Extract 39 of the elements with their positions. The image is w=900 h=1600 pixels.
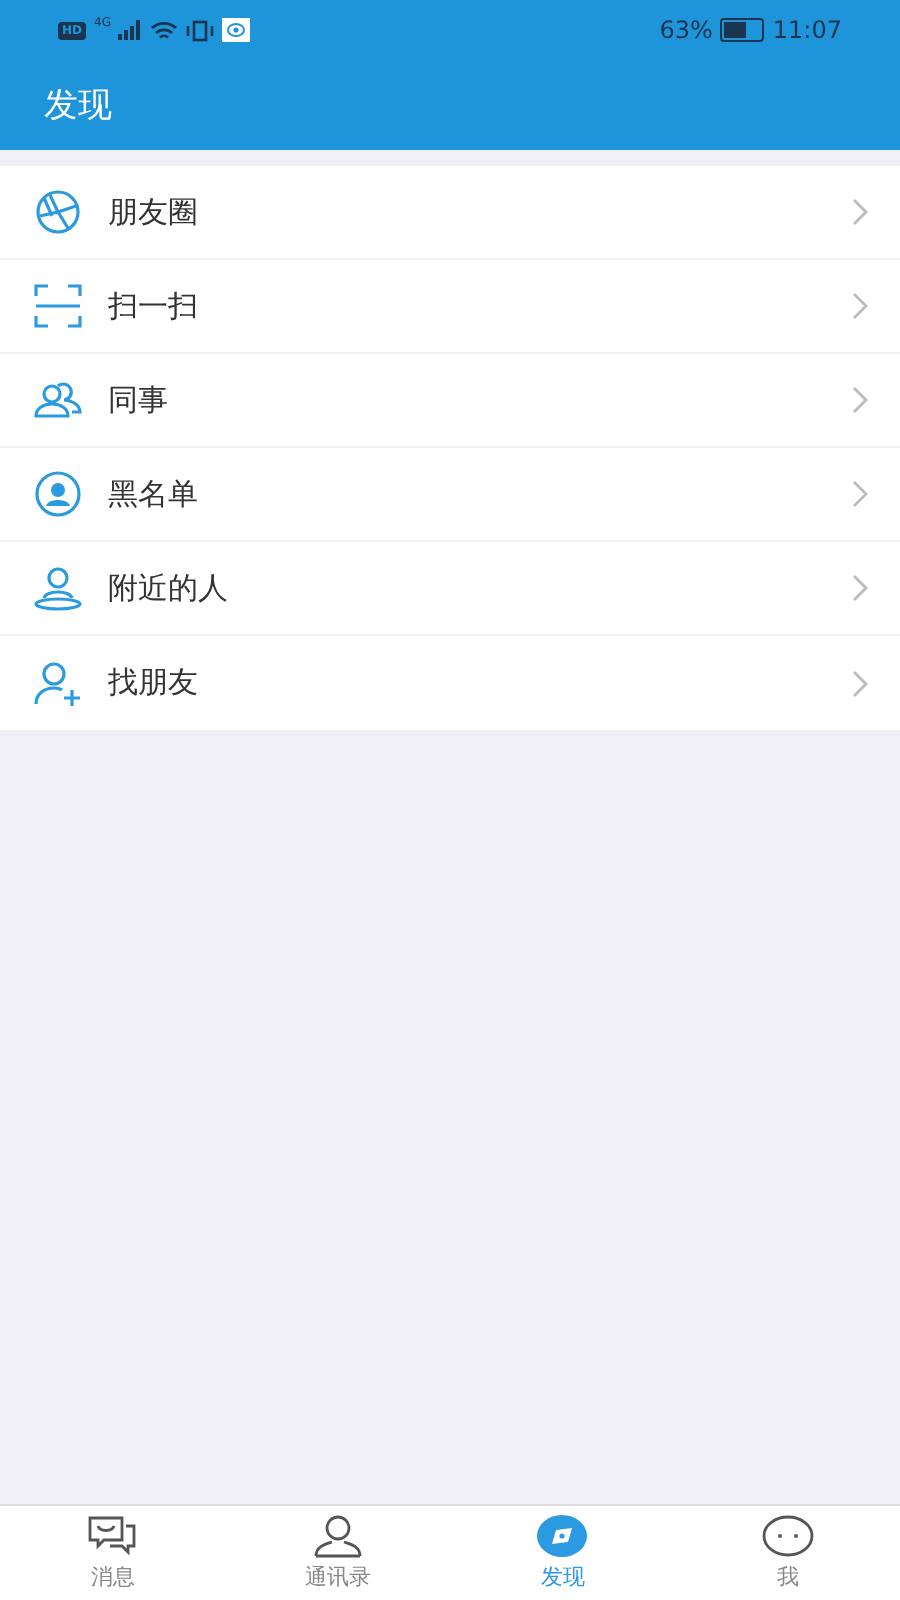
menu-item[interactable]: 扫一扫 [0,260,900,354]
menu-label: 附近的人 [108,569,230,607]
wifi-icon [150,19,179,41]
menu-label: 黑名单 [108,475,200,513]
chevron-icon [852,574,868,602]
tab[interactable]: 通讯录 [225,1506,450,1600]
user-circle-icon [34,470,82,518]
menu-item[interactable]: 同事 [0,354,900,448]
menu-item[interactable]: 黑名单 [0,448,900,542]
clock-time: 11:07 [772,16,842,44]
notification-icon [222,18,251,42]
menu-item[interactable]: 朋友圈 [0,166,900,260]
battery-percent: 63% [659,16,713,44]
menu-label: 同事 [108,381,170,419]
chevron-icon [852,386,868,414]
page-title: 发现 [44,84,112,128]
chevron-icon [852,292,868,320]
person-icon [311,1514,364,1558]
tab[interactable]: 消息 [0,1506,225,1600]
aperture-icon [34,188,82,236]
battery-icon [720,18,765,42]
menu-item[interactable]: 附近的人 [0,542,900,636]
menu-label: 扫一扫 [108,287,200,325]
people-icon [34,376,82,424]
chat-icon [86,1514,139,1558]
chevron-icon [852,480,868,508]
chevron-icon [852,198,868,226]
add-user-icon [34,659,82,707]
signal-icon [118,20,143,40]
face-icon [761,1514,814,1558]
menu-label: 找朋友 [108,664,200,702]
vibrate-icon [186,19,215,41]
chevron-icon [852,669,868,697]
compass-icon [536,1514,589,1558]
scan-icon [34,282,82,330]
menu-item[interactable]: 找朋友 [0,636,900,730]
person-location-icon [34,564,82,612]
menu-label: 朋友圈 [108,193,200,231]
tab[interactable]: 我 [675,1506,900,1600]
